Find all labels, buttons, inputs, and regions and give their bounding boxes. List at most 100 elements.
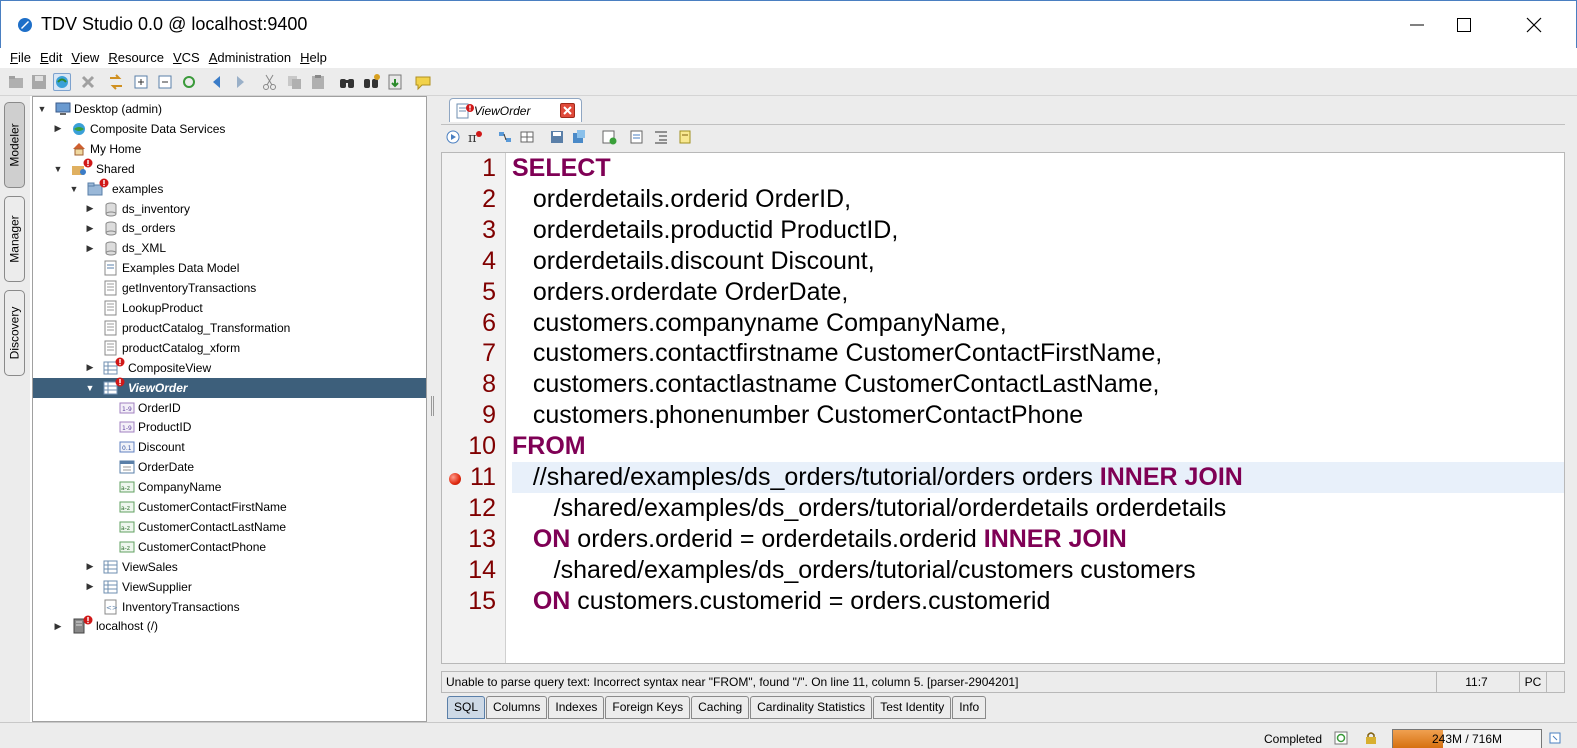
code-line[interactable]: 13 ON orders.orderid = orderdetails.orde…	[442, 524, 1564, 555]
tree-node[interactable]: ▶ ds_orders	[33, 218, 426, 238]
tree-node[interactable]: LookupProduct	[33, 298, 426, 318]
execute-button[interactable]	[445, 129, 461, 145]
sync-button[interactable]	[180, 73, 198, 91]
tree-node[interactable]: ▶ ds_inventory	[33, 199, 426, 219]
tree-expander-icon[interactable]: ▶	[85, 581, 95, 592]
refresh-button[interactable]	[53, 73, 71, 91]
tree-expander-icon[interactable]: ▼	[53, 164, 63, 174]
code-line[interactable]: 3 orderdetails.productid ProductID,	[442, 215, 1564, 246]
tree-node[interactable]: OrderDate	[33, 457, 426, 477]
menu-vcs[interactable]: VCS	[169, 48, 204, 68]
tree-node[interactable]: <> InventoryTransactions	[33, 597, 426, 617]
tree-node[interactable]: ▼ examples	[33, 178, 426, 199]
comment-button[interactable]	[414, 73, 432, 91]
tree-node[interactable]: ▶ localhost (/)	[33, 615, 426, 636]
menu-view[interactable]: View	[67, 48, 103, 68]
code-line[interactable]: 14 /shared/examples/ds_orders/tutorial/c…	[442, 555, 1564, 586]
add-resource-button[interactable]	[601, 129, 617, 145]
tree-expander-icon[interactable]: ▶	[85, 203, 95, 214]
tree-node[interactable]: 1-9 ProductID	[33, 417, 426, 437]
tree-node[interactable]: productCatalog_Transformation	[33, 318, 426, 338]
memory-usage-bar[interactable]: 243M / 716M	[1392, 729, 1542, 748]
tree-node[interactable]: ▶ CompositeView	[33, 357, 426, 378]
code-line[interactable]: 12 /shared/examples/ds_orders/tutorial/o…	[442, 493, 1564, 524]
menu-help[interactable]: Help	[296, 48, 331, 68]
menu-edit[interactable]: Edit	[36, 48, 66, 68]
tree-node[interactable]: productCatalog_xform	[33, 338, 426, 358]
code-line[interactable]: 7 customers.contactfirstname CustomerCon…	[442, 338, 1564, 369]
code-line[interactable]: 8 customers.contactlastname CustomerCont…	[442, 369, 1564, 400]
tree-node[interactable]: My Home	[33, 139, 426, 159]
tree-node[interactable]: a-z CustomerContactLastName	[33, 517, 426, 537]
tree-node[interactable]: ▶ ViewSupplier	[33, 577, 426, 597]
import-button[interactable]	[386, 73, 404, 91]
model-button[interactable]	[497, 129, 513, 145]
locate-button[interactable]	[107, 73, 125, 91]
tab-test-identity[interactable]: Test Identity	[873, 696, 952, 719]
menu-file[interactable]: File	[6, 48, 35, 68]
paste-button[interactable]	[309, 73, 327, 91]
garbage-collect-icon[interactable]	[1548, 731, 1562, 745]
tree-node[interactable]: ▶ ViewSales	[33, 557, 426, 577]
tree-expander-icon[interactable]: ▼	[85, 383, 95, 393]
tab-cardinality-statistics[interactable]: Cardinality Statistics	[750, 696, 873, 719]
tree-node[interactable]: a-z CustomerContactFirstName	[33, 497, 426, 517]
back-button[interactable]	[208, 73, 226, 91]
code-line[interactable]: 2 orderdetails.orderid OrderID,	[442, 184, 1564, 215]
code-line[interactable]: 4 orderdetails.discount Discount,	[442, 246, 1564, 277]
tree-node[interactable]: Examples Data Model	[33, 258, 426, 278]
panel-splitter[interactable]	[427, 96, 439, 722]
show-plan-button[interactable]: π	[467, 129, 483, 146]
tree-expander-icon[interactable]: ▼	[37, 104, 47, 114]
tree-expander-icon[interactable]: ▼	[69, 184, 79, 194]
menu-resource[interactable]: Resource	[104, 48, 168, 68]
copy-button[interactable]	[285, 73, 303, 91]
tab-foreign-keys[interactable]: Foreign Keys	[605, 696, 691, 719]
find-button[interactable]	[338, 73, 356, 91]
tab-manager[interactable]: Manager	[4, 196, 25, 282]
maximize-button[interactable]	[1441, 9, 1487, 41]
tab-indexes[interactable]: Indexes	[548, 696, 605, 719]
grid-button[interactable]	[519, 129, 535, 145]
open-button[interactable]	[7, 73, 25, 91]
editor-tab-vieworder[interactable]: ViewOrder	[449, 98, 582, 122]
tab-caching[interactable]: Caching	[691, 696, 750, 719]
tree-node[interactable]: ▼ ViewOrder	[33, 377, 426, 398]
expand-all-button[interactable]	[132, 73, 150, 91]
save-editor-button[interactable]	[549, 129, 565, 145]
tree-node[interactable]: a-z CustomerContactPhone	[33, 537, 426, 557]
sql-editor[interactable]: 1 SELECT 2 orderdetails.orderid OrderID, 3 …	[441, 152, 1565, 664]
tree-node[interactable]: ▼ Shared	[33, 158, 426, 179]
indent-button[interactable]	[653, 129, 669, 145]
tab-sql[interactable]: SQL	[447, 696, 486, 719]
publish-button[interactable]	[571, 129, 587, 145]
tree-node[interactable]: getInventoryTransactions	[33, 278, 426, 298]
code-line[interactable]: 11 //shared/examples/ds_orders/tutorial/…	[442, 462, 1564, 493]
cut-button[interactable]	[261, 73, 279, 91]
tree-expander-icon[interactable]: ▶	[85, 243, 95, 254]
tree-expander-icon[interactable]: ▶	[85, 223, 95, 234]
code-line[interactable]: 10 FROM	[442, 431, 1564, 462]
tree-node[interactable]: ▶ Composite Data Services	[33, 119, 426, 139]
tab-modeler[interactable]: Modeler	[4, 102, 25, 188]
save-button[interactable]	[30, 73, 48, 91]
tab-discovery[interactable]: Discovery	[4, 290, 25, 376]
tree-node[interactable]: a-z CompanyName	[33, 477, 426, 497]
tree-expander-icon[interactable]: ▶	[53, 123, 63, 134]
close-window-button[interactable]	[1511, 9, 1557, 41]
code-line[interactable]: 15 ON customers.customerid = orders.cust…	[442, 586, 1564, 617]
minimize-button[interactable]	[1394, 9, 1440, 41]
tree-expander-icon[interactable]: ▶	[53, 621, 63, 632]
code-line[interactable]: 9 customers.phonenumber CustomerContactP…	[442, 400, 1564, 431]
tree-expander-icon[interactable]: ▶	[85, 561, 95, 572]
tree-node[interactable]: 0.1 Discount	[33, 437, 426, 457]
close-tab-button[interactable]	[560, 103, 575, 118]
code-line[interactable]: 1 SELECT	[442, 153, 1564, 184]
forward-button[interactable]	[231, 73, 249, 91]
delete-button[interactable]	[79, 73, 97, 91]
tree-node[interactable]: ▶ ds_XML	[33, 238, 426, 258]
tree-expander-icon[interactable]: ▶	[85, 362, 95, 373]
lock-icon[interactable]	[1364, 731, 1378, 745]
refresh-status-icon[interactable]	[1334, 731, 1348, 745]
collapse-all-button[interactable]	[156, 73, 174, 91]
